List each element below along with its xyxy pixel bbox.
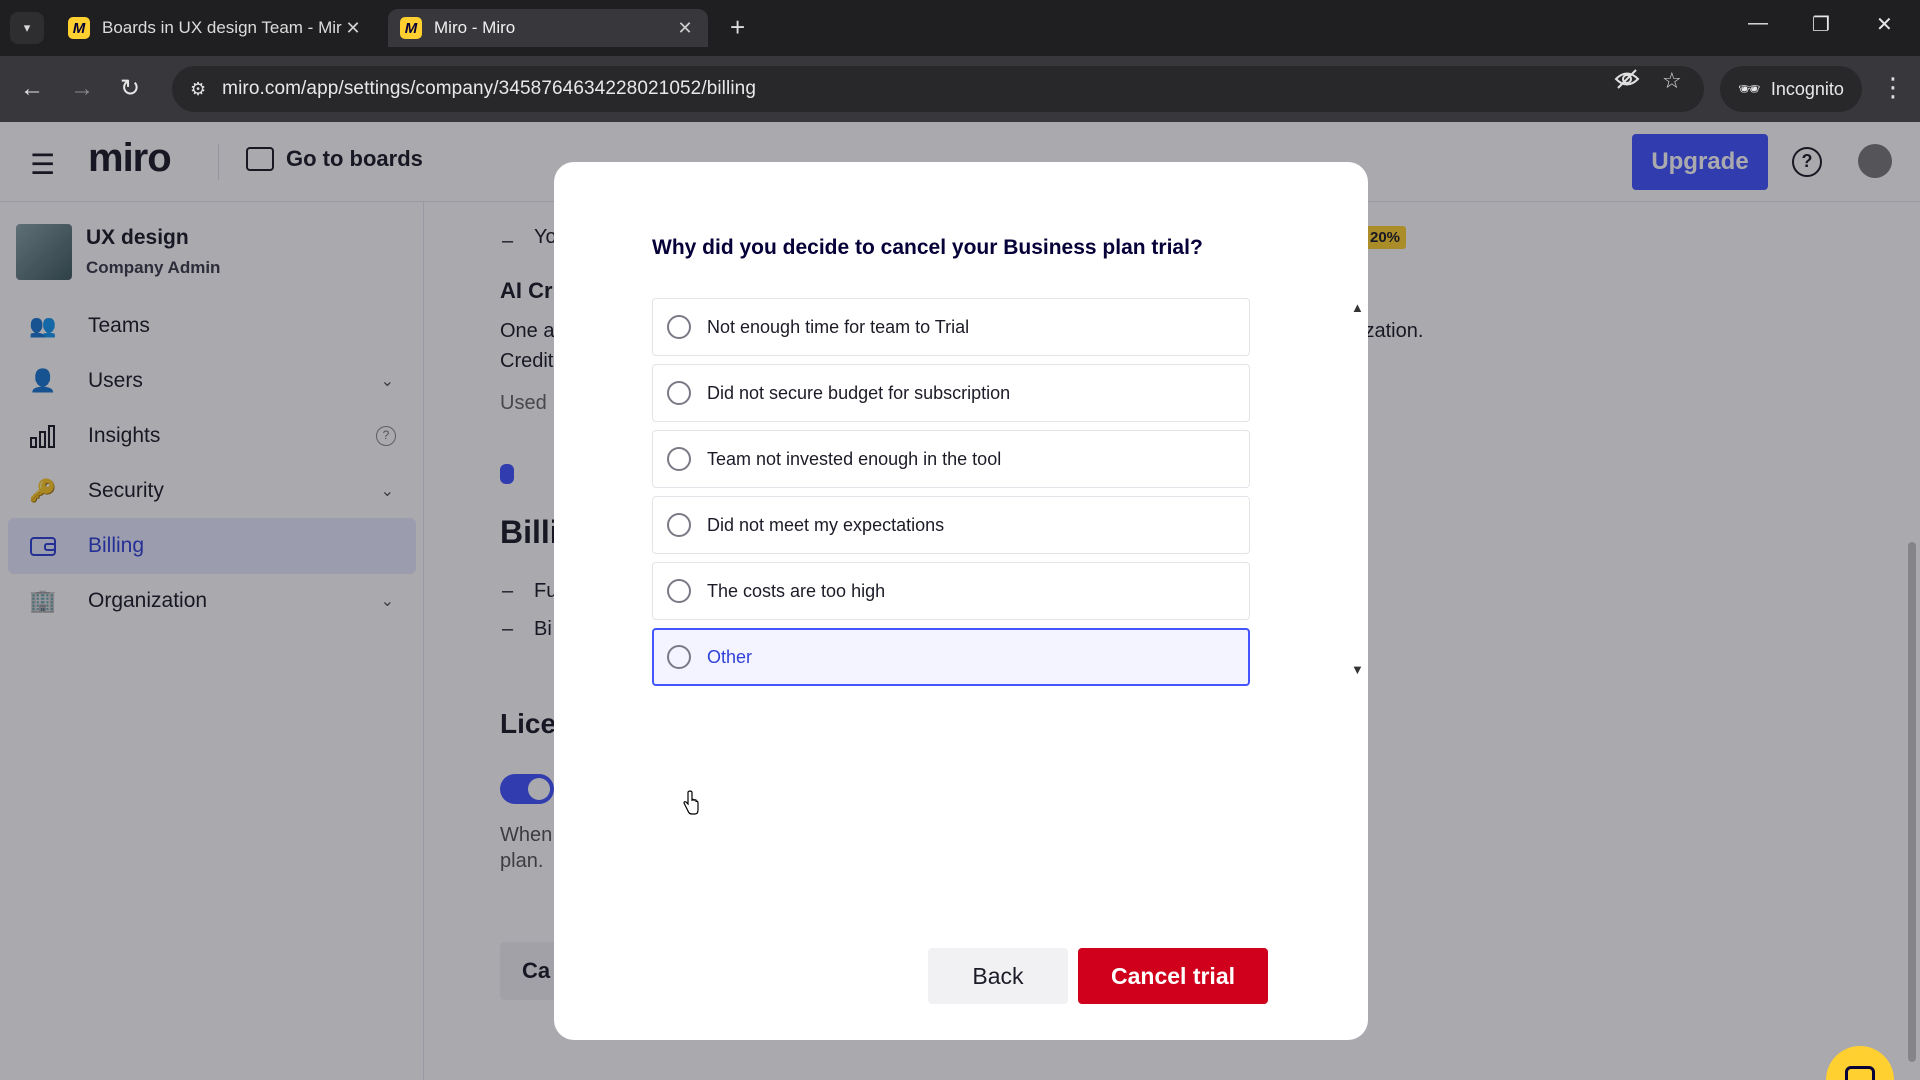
hand-cursor-icon xyxy=(683,790,699,815)
radio-button[interactable] xyxy=(667,381,691,405)
radio-button[interactable] xyxy=(667,513,691,537)
close-window-button[interactable]: ✕ xyxy=(1876,12,1893,37)
radio-button[interactable] xyxy=(667,645,691,669)
url-text: miro.com/app/settings/company/3458764634… xyxy=(222,78,756,99)
chat-icon xyxy=(1845,1066,1875,1080)
radio-button[interactable] xyxy=(667,579,691,603)
reload-icon[interactable]: ↻ xyxy=(120,74,140,104)
browser-tabstrip: ▾ M Boards in UX design Team - Mir ✕ M M… xyxy=(0,0,1920,56)
scroll-up-arrow-icon[interactable]: ▲ xyxy=(1351,300,1364,315)
back-arrow-icon[interactable]: ← xyxy=(20,74,44,104)
back-button[interactable]: Back xyxy=(928,948,1068,1004)
reason-option[interactable]: The costs are too high xyxy=(652,562,1250,620)
miro-favicon-icon: M xyxy=(400,17,422,39)
reason-label: The costs are too high xyxy=(707,580,886,601)
reason-option-other[interactable]: Other xyxy=(652,628,1250,686)
reason-label: Not enough time for team to Trial xyxy=(707,316,970,337)
address-bar[interactable]: ⚙ miro.com/app/settings/company/34587646… xyxy=(172,66,1704,112)
reason-option[interactable]: Did not secure budget for subscription xyxy=(652,364,1250,422)
minimize-window-button[interactable]: — xyxy=(1748,12,1768,35)
reason-option[interactable]: Not enough time for team to Trial xyxy=(652,298,1250,356)
browser-menu-icon[interactable]: ⋮ xyxy=(1880,72,1906,103)
tab-title: Miro - Miro xyxy=(434,18,516,37)
incognito-label: Incognito xyxy=(1770,78,1844,99)
new-tab-button[interactable]: + xyxy=(730,12,745,42)
restore-window-button[interactable]: ❐ xyxy=(1812,12,1830,37)
radio-button[interactable] xyxy=(667,447,691,471)
browser-tab-miro-active[interactable]: M Miro - Miro ✕ xyxy=(388,9,708,47)
eye-off-icon[interactable] xyxy=(1614,68,1640,96)
tab-title: Boards in UX design Team - Mir xyxy=(102,18,342,37)
close-tab-icon[interactable]: ✕ xyxy=(342,18,364,39)
reason-label: Did not secure budget for subscription xyxy=(707,382,1011,403)
incognito-indicator[interactable]: 🕶 Incognito xyxy=(1720,66,1862,112)
miro-favicon-icon: M xyxy=(68,17,90,39)
tab-search-button[interactable]: ▾ xyxy=(10,12,44,44)
cancel-trial-modal: Why did you decide to cancel your Busine… xyxy=(554,162,1368,1040)
browser-tab-boards[interactable]: M Boards in UX design Team - Mir ✕ xyxy=(56,9,376,47)
cancel-trial-button[interactable]: Cancel trial xyxy=(1078,948,1268,1004)
close-tab-icon[interactable]: ✕ xyxy=(674,18,696,39)
bookmark-star-icon[interactable]: ☆ xyxy=(1662,68,1682,94)
modal-question: Why did you decide to cancel your Busine… xyxy=(652,236,1203,259)
miro-app: ☰ miro Go to boards Upgrade ? UX design … xyxy=(0,122,1920,1080)
radio-button[interactable] xyxy=(667,315,691,339)
reason-label: Team not invested enough in the tool xyxy=(707,448,1002,469)
forward-arrow-icon[interactable]: → xyxy=(70,74,94,104)
scroll-down-arrow-icon[interactable]: ▼ xyxy=(1351,662,1364,677)
site-settings-icon[interactable]: ⚙ xyxy=(190,79,206,100)
reason-label: Did not meet my expectations xyxy=(707,514,945,535)
incognito-icon: 🕶 xyxy=(1738,78,1761,99)
reason-option[interactable]: Did not meet my expectations xyxy=(652,496,1250,554)
reason-option[interactable]: Team not invested enough in the tool xyxy=(652,430,1250,488)
browser-toolbar: ← → ↻ ⚙ miro.com/app/settings/company/34… xyxy=(0,56,1920,122)
reason-label: Other xyxy=(707,646,753,667)
